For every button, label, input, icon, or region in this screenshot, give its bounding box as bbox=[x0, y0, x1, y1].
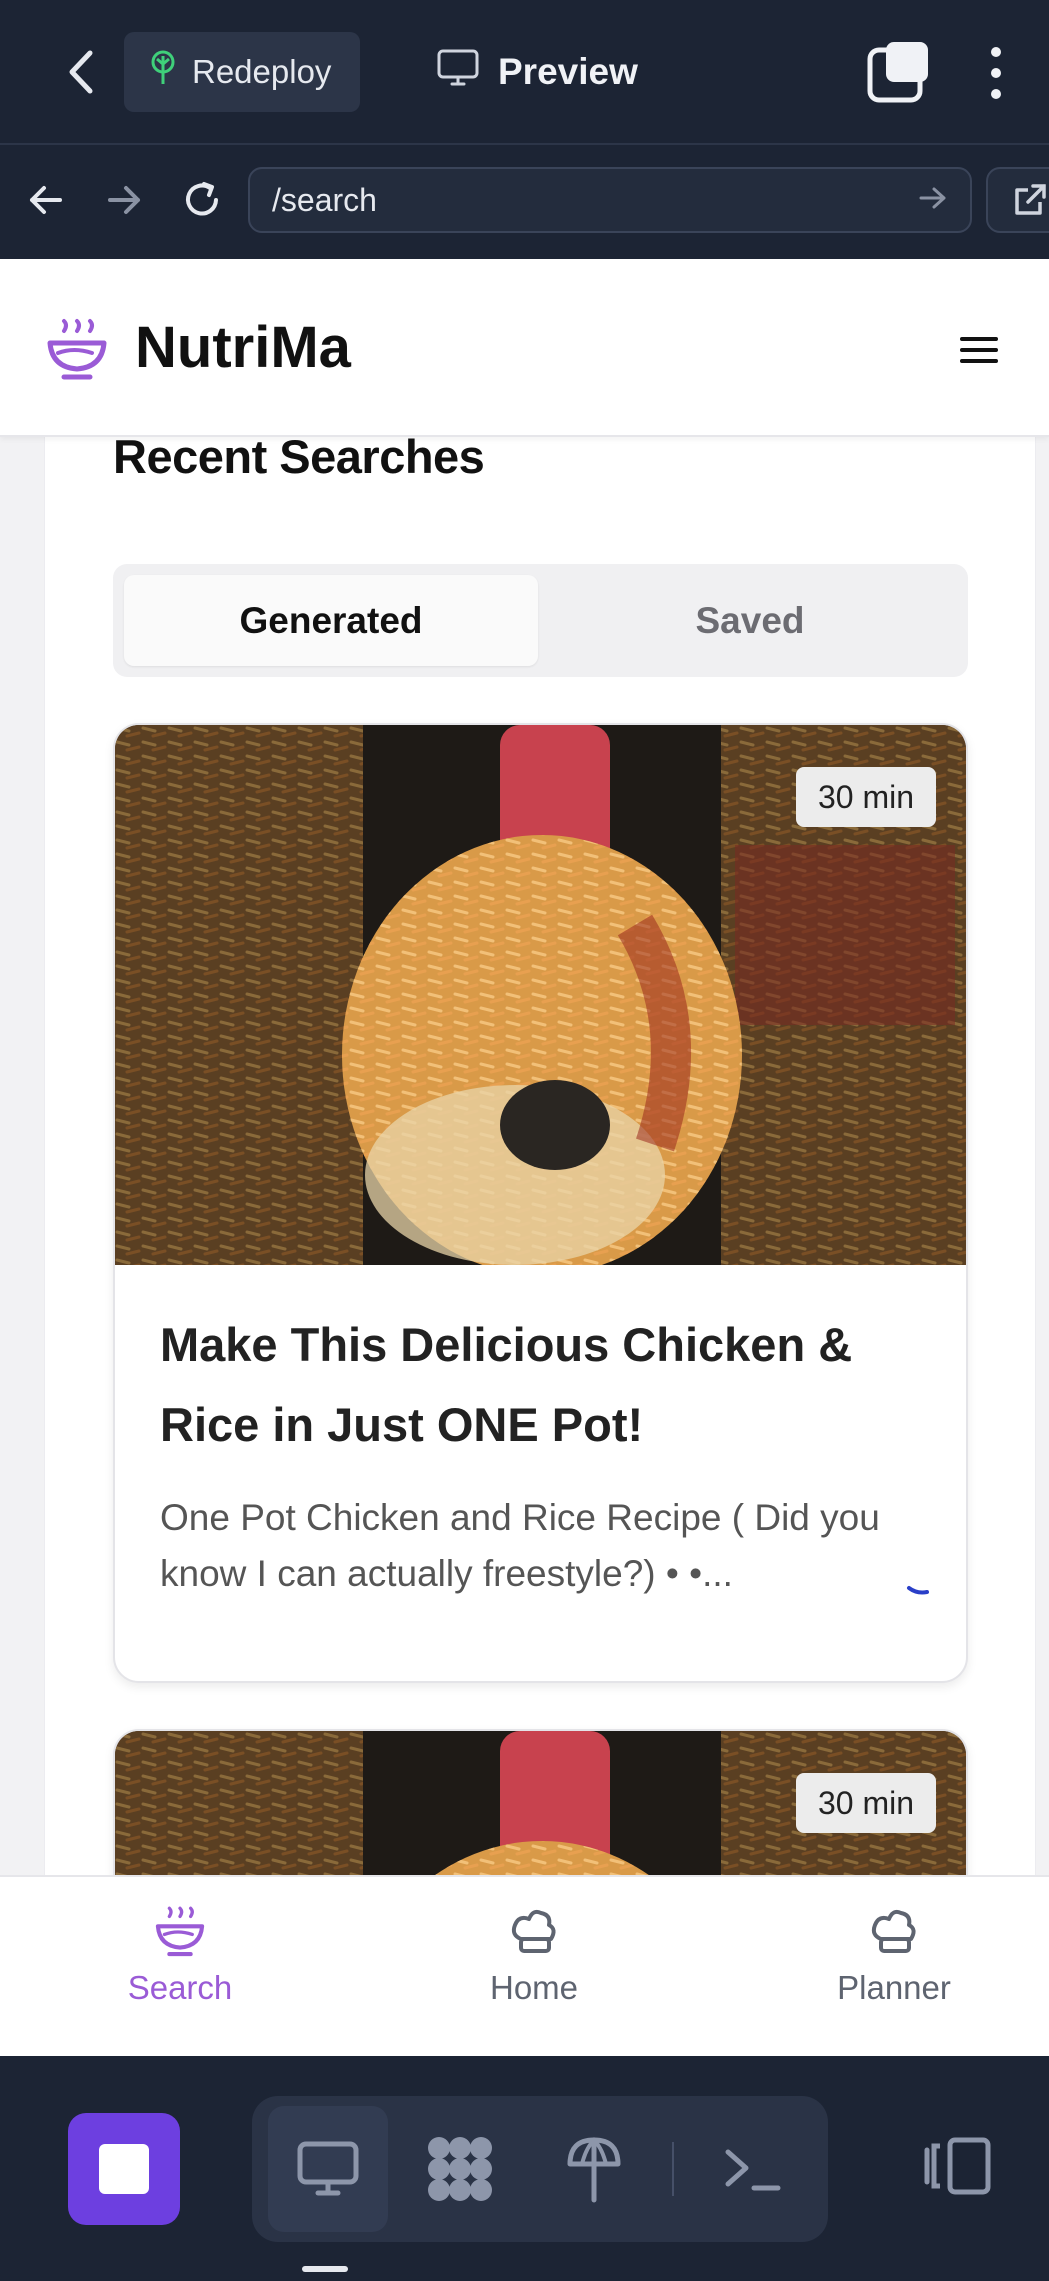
browser-url-bar: /search bbox=[0, 146, 1049, 259]
apps-icon[interactable] bbox=[400, 2106, 520, 2232]
hamburger-menu-icon[interactable] bbox=[956, 327, 1002, 373]
recipe-thumbnail: 30 min bbox=[115, 1731, 966, 1875]
panel-icon[interactable] bbox=[918, 2116, 998, 2216]
stop-icon bbox=[99, 2144, 149, 2194]
nav-forward-arrow-icon[interactable] bbox=[94, 170, 154, 230]
recipe-description: One Pot Chicken and Rice Recipe ( Did yo… bbox=[160, 1497, 880, 1594]
loading-spinner-icon bbox=[905, 1580, 935, 1600]
back-chevron-icon[interactable] bbox=[56, 42, 106, 102]
open-external-icon[interactable] bbox=[986, 167, 1049, 233]
nav-back-arrow-icon[interactable] bbox=[16, 170, 76, 230]
bowl-icon bbox=[155, 1906, 205, 1957]
redeploy-button[interactable]: Redeploy bbox=[124, 32, 360, 112]
preview-tab[interactable]: Preview bbox=[436, 32, 638, 112]
chef-hat-icon bbox=[511, 1909, 556, 1953]
deploy-icon[interactable] bbox=[534, 2106, 654, 2232]
generated-saved-toggle: Generated Saved bbox=[113, 564, 968, 677]
terminal-icon[interactable] bbox=[692, 2106, 812, 2232]
nav-home-label: Home bbox=[489, 1969, 579, 2006]
ide-bottom-toolbar bbox=[0, 2056, 1049, 2281]
site-bottom-nav: Search Home Planner bbox=[0, 1875, 1049, 2056]
recipe-thumbnail: 30 min bbox=[115, 725, 966, 1265]
site-header: NutriMa bbox=[0, 259, 1049, 437]
nutrima-logo-icon[interactable] bbox=[44, 317, 110, 383]
preview-label: Preview bbox=[498, 51, 638, 92]
ide-top-bar: Redeploy Preview bbox=[0, 0, 1049, 145]
recipe-title[interactable]: Make This Delicious Chicken & Rice in Ju… bbox=[160, 1305, 920, 1465]
stop-button[interactable] bbox=[68, 2113, 180, 2225]
toolbar-divider bbox=[672, 2142, 674, 2196]
desktop-icon[interactable] bbox=[268, 2106, 388, 2232]
nav-search[interactable]: Search bbox=[70, 1905, 290, 2007]
recipe-card[interactable]: 30 min Make This Delicious Chicken & Ric… bbox=[113, 723, 968, 1683]
tool-group bbox=[252, 2096, 828, 2242]
more-menu-icon[interactable] bbox=[974, 40, 1018, 106]
url-input[interactable]: /search bbox=[248, 167, 972, 233]
brand-name[interactable]: NutriMa bbox=[135, 314, 351, 381]
nav-home[interactable]: Home bbox=[424, 1905, 644, 2007]
nav-planner-label: Planner bbox=[837, 1969, 951, 2006]
web-viewport: NutriMa Recent Searches Generated Saved bbox=[0, 259, 1049, 1875]
nav-search-label: Search bbox=[127, 1969, 233, 2006]
nav-planner[interactable]: Planner bbox=[784, 1905, 1004, 2007]
tab-generated[interactable]: Generated bbox=[124, 575, 538, 666]
recipe-card[interactable]: 30 min bbox=[113, 1729, 968, 1875]
url-text: /search bbox=[272, 181, 377, 218]
reload-icon[interactable] bbox=[172, 170, 232, 230]
deploy-tree-icon bbox=[148, 50, 178, 94]
chef-hat-icon bbox=[871, 1909, 916, 1953]
redeploy-label: Redeploy bbox=[192, 53, 332, 90]
cook-time-badge: 30 min bbox=[795, 767, 936, 827]
tabs-switcher-icon[interactable] bbox=[866, 40, 932, 106]
monitor-icon bbox=[436, 48, 480, 97]
home-indicator[interactable] bbox=[302, 2266, 348, 2272]
go-arrow-icon[interactable] bbox=[918, 182, 948, 219]
tab-saved[interactable]: Saved bbox=[543, 575, 957, 666]
cook-time-badge: 30 min bbox=[795, 1773, 936, 1833]
section-title: Recent Searches bbox=[113, 430, 485, 483]
